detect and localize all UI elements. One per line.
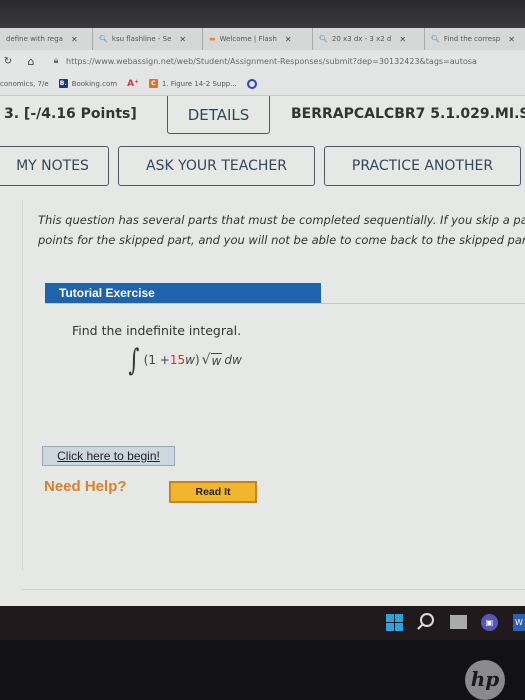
ask-teacher-button[interactable]: ASK YOUR TEACHER	[118, 146, 315, 186]
close-tab-icon[interactable]: ✕	[71, 35, 78, 44]
practice-another-button[interactable]: PRACTICE ANOTHER	[324, 146, 521, 186]
read-it-button[interactable]: Read It	[169, 481, 257, 503]
notice-line: points for the skipped part, and you wil…	[38, 233, 525, 247]
task-view-icon[interactable]	[450, 615, 467, 629]
monitor-bezel-top	[0, 0, 525, 28]
bookmark-economics[interactable]: conomics, 7/e	[0, 80, 49, 88]
text-size-icon: A⁺	[127, 78, 139, 89]
my-notes-button[interactable]: MY NOTES	[0, 146, 109, 186]
home-icon[interactable]: ⌂	[16, 55, 46, 68]
square-root: √ w	[202, 352, 223, 368]
quizlet-icon	[246, 78, 257, 89]
search-icon[interactable]	[420, 613, 434, 627]
monitor-bezel-bottom	[0, 640, 525, 700]
bookmark-booking[interactable]: B. Booking.com	[58, 79, 118, 88]
sequential-notice: This question has several parts that mus…	[38, 210, 525, 250]
radicand: w	[210, 353, 223, 368]
tab-title: define with rega	[6, 35, 63, 43]
tab-title: Welcome | Flash	[219, 35, 277, 43]
formula-open: (1 +	[143, 353, 170, 367]
bookmark-label: Booking.com	[71, 79, 118, 88]
need-help-label: Need Help?	[44, 478, 127, 495]
lock-icon[interactable]: 🔒︎	[46, 56, 66, 66]
question-prompt: Find the indefinite integral.	[72, 323, 242, 338]
refresh-icon[interactable]: ↻	[0, 56, 16, 67]
formula-close: )	[194, 353, 200, 367]
search-icon: 🔍︎	[319, 35, 328, 43]
radical-sign: √	[201, 352, 211, 368]
notice-line: This question has several parts that mus…	[38, 213, 525, 227]
bookmark-label: conomics, 7/e	[0, 79, 49, 88]
bookmark-text-size[interactable]: A⁺	[127, 79, 139, 89]
flashline-icon: ▬	[209, 35, 216, 43]
teams-icon[interactable]: ▣	[481, 614, 498, 631]
search-icon: 🔍︎	[99, 35, 108, 43]
hp-logo: hp	[465, 660, 505, 700]
formula-highlight: 15	[169, 353, 186, 367]
close-tab-icon[interactable]: ✕	[399, 35, 406, 44]
browser-tab[interactable]: 🔍︎ ksu flashline - Se ✕	[93, 28, 203, 50]
bookmark-label: 1. Figure 14-2 Supp...	[161, 79, 237, 88]
browser-tab[interactable]: 🔍︎ 20 x3 dx - 3 x2 d ✕	[313, 28, 425, 50]
bookmark-quizlet[interactable]	[246, 78, 257, 89]
url-field[interactable]: https://www.webassign.net/web/Student/As…	[66, 57, 477, 66]
close-tab-icon[interactable]: ✕	[179, 35, 186, 44]
details-button[interactable]: DETAILS	[167, 96, 270, 134]
divider	[22, 589, 525, 590]
browser-tab[interactable]: ▬ Welcome | Flash ✕	[203, 28, 313, 50]
browser-tab-bar: define with rega ✕ 🔍︎ ksu flashline - Se…	[0, 28, 525, 50]
divider	[45, 303, 525, 304]
close-tab-icon[interactable]: ✕	[285, 35, 292, 44]
question-code: BERRAPCALCBR7 5.1.029.MI.S	[291, 106, 525, 122]
formula-var: w	[185, 353, 195, 367]
browser-tab[interactable]: 🔍︎ Find the corresp ✕	[425, 28, 525, 50]
webassign-page: 3. [-/4.16 Points] DETAILS BERRAPCALCBR7…	[0, 96, 525, 606]
integral-sign: ∫	[128, 342, 140, 378]
booking-icon: B.	[58, 79, 68, 88]
tutorial-exercise-header: Tutorial Exercise	[45, 283, 321, 303]
bookmarks-bar: conomics, 7/e B. Booking.com A⁺ C 1. Fig…	[0, 72, 525, 96]
formula-differential: dw	[224, 353, 242, 367]
windows-taskbar: ▣ W	[0, 606, 525, 640]
tab-title: ksu flashline - Se	[111, 35, 172, 43]
browser-tab[interactable]: define with rega ✕	[0, 28, 93, 50]
integral-formula: ∫ (1 + 15 w ) √ w dw	[126, 340, 242, 380]
word-icon[interactable]: W	[513, 614, 525, 631]
bookmark-figure[interactable]: C 1. Figure 14-2 Supp...	[148, 79, 237, 88]
chegg-icon: C	[148, 79, 158, 88]
address-bar: ↻ ⌂ 🔒︎ https://www.webassign.net/web/Stu…	[0, 50, 525, 72]
windows-start-icon[interactable]	[386, 614, 403, 631]
tab-title: Find the corresp	[443, 35, 501, 43]
search-icon: 🔍︎	[431, 35, 440, 43]
tab-title: 20 x3 dx - 3 x2 d	[331, 35, 392, 43]
question-number: 3. [-/4.16 Points]	[4, 106, 137, 122]
click-to-begin-button[interactable]: Click here to begin!	[42, 446, 175, 466]
question-content: This question has several parts that mus…	[22, 200, 525, 570]
close-tab-icon[interactable]: ✕	[508, 35, 515, 44]
